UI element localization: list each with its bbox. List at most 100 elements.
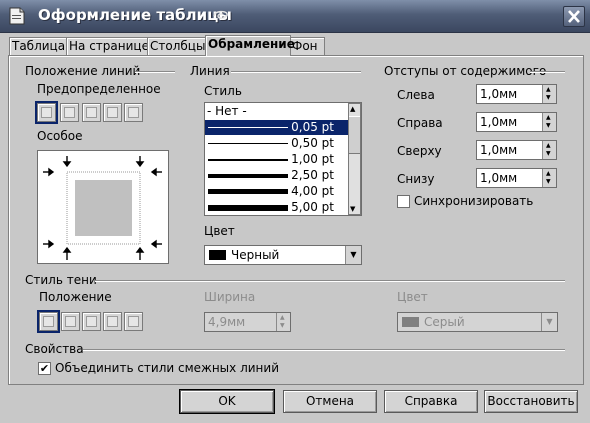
ok-button[interactable]: OK bbox=[179, 389, 275, 414]
swirl-icon bbox=[213, 10, 228, 19]
spin-buttons[interactable]: ▲ ▼ bbox=[542, 141, 556, 159]
reset-button[interactable]: Восстановить bbox=[484, 390, 578, 413]
list-item[interactable]: 0,05 pt bbox=[205, 120, 348, 135]
line-style-list[interactable]: - Нет - 0,05 pt 0,50 pt 1,00 pt 2,50 pt … bbox=[204, 102, 362, 216]
document-icon[interactable] bbox=[7, 6, 27, 26]
separator bbox=[135, 71, 175, 73]
line-sample bbox=[208, 143, 288, 144]
line-color-label: Цвет bbox=[204, 224, 235, 238]
tab-text-flow[interactable]: На странице bbox=[66, 37, 149, 55]
left-label: Слева bbox=[397, 88, 435, 102]
no-shadow-icon bbox=[43, 316, 54, 327]
bottom-spacing-field[interactable]: 1,0мм ▲ ▼ bbox=[476, 168, 557, 188]
help-button[interactable]: Справка bbox=[384, 390, 478, 413]
list-item[interactable]: 2,50 pt bbox=[205, 168, 348, 183]
list-item[interactable]: 1,00 pt bbox=[205, 152, 348, 167]
spin-down-icon[interactable]: ▼ bbox=[546, 123, 551, 129]
sync-checkbox[interactable] bbox=[397, 195, 410, 208]
list-scrollbar[interactable]: ▲ ▼ bbox=[348, 103, 361, 215]
box-inner-border-icon bbox=[86, 107, 97, 118]
close-button[interactable] bbox=[563, 6, 585, 27]
shadow-color-label: Цвет bbox=[397, 290, 428, 304]
top-label: Сверху bbox=[397, 144, 442, 158]
merge-label: Объединить стили смежных линий bbox=[55, 361, 279, 375]
scroll-thumb[interactable] bbox=[349, 116, 360, 154]
spin-buttons[interactable]: ▲ ▼ bbox=[276, 313, 290, 331]
tab-table[interactable]: Таблица bbox=[9, 37, 68, 55]
shadow-top-right[interactable] bbox=[82, 312, 101, 331]
box-border-icon bbox=[64, 107, 75, 118]
list-item[interactable]: - Нет - bbox=[205, 104, 348, 119]
separator bbox=[83, 349, 565, 351]
shadow-bottom-left-icon bbox=[107, 316, 118, 327]
shadow-top-right-icon bbox=[86, 316, 97, 327]
list-item[interactable]: 4,00 pt bbox=[205, 184, 348, 199]
shadow-top-left[interactable] bbox=[124, 312, 143, 331]
scroll-down-icon[interactable]: ▼ bbox=[350, 205, 355, 213]
preset-none[interactable] bbox=[35, 101, 58, 124]
shadow-bottom-left[interactable] bbox=[103, 312, 122, 331]
spin-up-icon[interactable]: ▲ bbox=[546, 87, 551, 93]
separator bbox=[231, 71, 361, 73]
shadow-bottom-right[interactable] bbox=[61, 312, 80, 331]
line-heading: Линия bbox=[190, 64, 230, 78]
separator bbox=[530, 71, 565, 73]
spin-buttons[interactable]: ▲ ▼ bbox=[542, 113, 556, 131]
shadow-color-dropdown[interactable]: Серый ▼ bbox=[397, 312, 558, 332]
chevron-down-icon[interactable]: ▼ bbox=[345, 246, 361, 264]
preset-vertical[interactable] bbox=[124, 103, 143, 122]
spin-buttons[interactable]: ▲ ▼ bbox=[542, 85, 556, 103]
border-preview[interactable] bbox=[37, 150, 169, 264]
spin-up-icon[interactable]: ▲ bbox=[546, 171, 551, 177]
spin-down-icon[interactable]: ▼ bbox=[280, 323, 285, 329]
spin-up-icon[interactable]: ▲ bbox=[546, 115, 551, 121]
scroll-up-icon[interactable]: ▲ bbox=[350, 105, 355, 113]
spacing-heading: Отступы от содержимого bbox=[384, 64, 547, 78]
preset-box-inner[interactable] bbox=[82, 103, 101, 122]
separator bbox=[95, 280, 565, 282]
cancel-button[interactable]: Отмена bbox=[283, 390, 377, 413]
user-defined-label: Особое bbox=[37, 129, 83, 143]
line-sample bbox=[208, 189, 288, 194]
shadow-none[interactable] bbox=[37, 310, 60, 333]
spin-down-icon[interactable]: ▼ bbox=[546, 95, 551, 101]
spin-down-icon[interactable]: ▼ bbox=[546, 151, 551, 157]
shadow-position-label: Положение bbox=[39, 290, 112, 304]
tab-borders[interactable]: Обрамление bbox=[205, 35, 295, 56]
spin-up-icon[interactable]: ▲ bbox=[280, 315, 285, 321]
line-sample bbox=[208, 159, 288, 161]
shadow-bottom-right-icon bbox=[65, 316, 76, 327]
list-item[interactable]: 0,50 pt bbox=[205, 136, 348, 151]
vertical-border-icon bbox=[128, 107, 139, 118]
horizontal-border-icon bbox=[107, 107, 118, 118]
shadow-heading: Стиль тени bbox=[25, 273, 97, 287]
line-color-dropdown[interactable]: Черный ▼ bbox=[204, 245, 362, 265]
left-spacing-field[interactable]: 1,0мм ▲ ▼ bbox=[476, 84, 557, 104]
preset-horizontal[interactable] bbox=[103, 103, 122, 122]
no-border-icon bbox=[41, 107, 52, 118]
spin-buttons[interactable]: ▲ ▼ bbox=[542, 169, 556, 187]
color-swatch bbox=[209, 250, 226, 260]
title-bar[interactable]: Оформление таблицы bbox=[0, 0, 590, 33]
right-spacing-field[interactable]: 1,0мм ▲ ▼ bbox=[476, 112, 557, 132]
spin-down-icon[interactable]: ▼ bbox=[546, 179, 551, 185]
color-swatch bbox=[402, 317, 419, 327]
shadow-width-label: Ширина bbox=[204, 290, 256, 304]
chevron-down-icon[interactable]: ▼ bbox=[541, 313, 557, 331]
merge-checkbox[interactable]: ✔ bbox=[38, 362, 51, 375]
line-sample bbox=[208, 127, 288, 128]
properties-heading: Свойства bbox=[25, 342, 84, 356]
bottom-label: Снизу bbox=[397, 172, 435, 186]
style-label: Стиль bbox=[204, 84, 242, 98]
sync-label: Синхронизировать bbox=[414, 194, 534, 208]
top-spacing-field[interactable]: 1,0мм ▲ ▼ bbox=[476, 140, 557, 160]
shadow-width-field[interactable]: 4,9мм ▲ ▼ bbox=[204, 312, 291, 332]
default-label: Предопределенное bbox=[37, 82, 161, 96]
close-icon bbox=[568, 10, 580, 23]
spin-up-icon[interactable]: ▲ bbox=[546, 143, 551, 149]
list-item[interactable]: 5,00 pt bbox=[205, 200, 348, 215]
preset-box[interactable] bbox=[60, 103, 79, 122]
shadow-top-left-icon bbox=[128, 316, 139, 327]
tab-columns[interactable]: Столбцы bbox=[147, 37, 208, 55]
border-preview-drawing bbox=[43, 156, 162, 260]
